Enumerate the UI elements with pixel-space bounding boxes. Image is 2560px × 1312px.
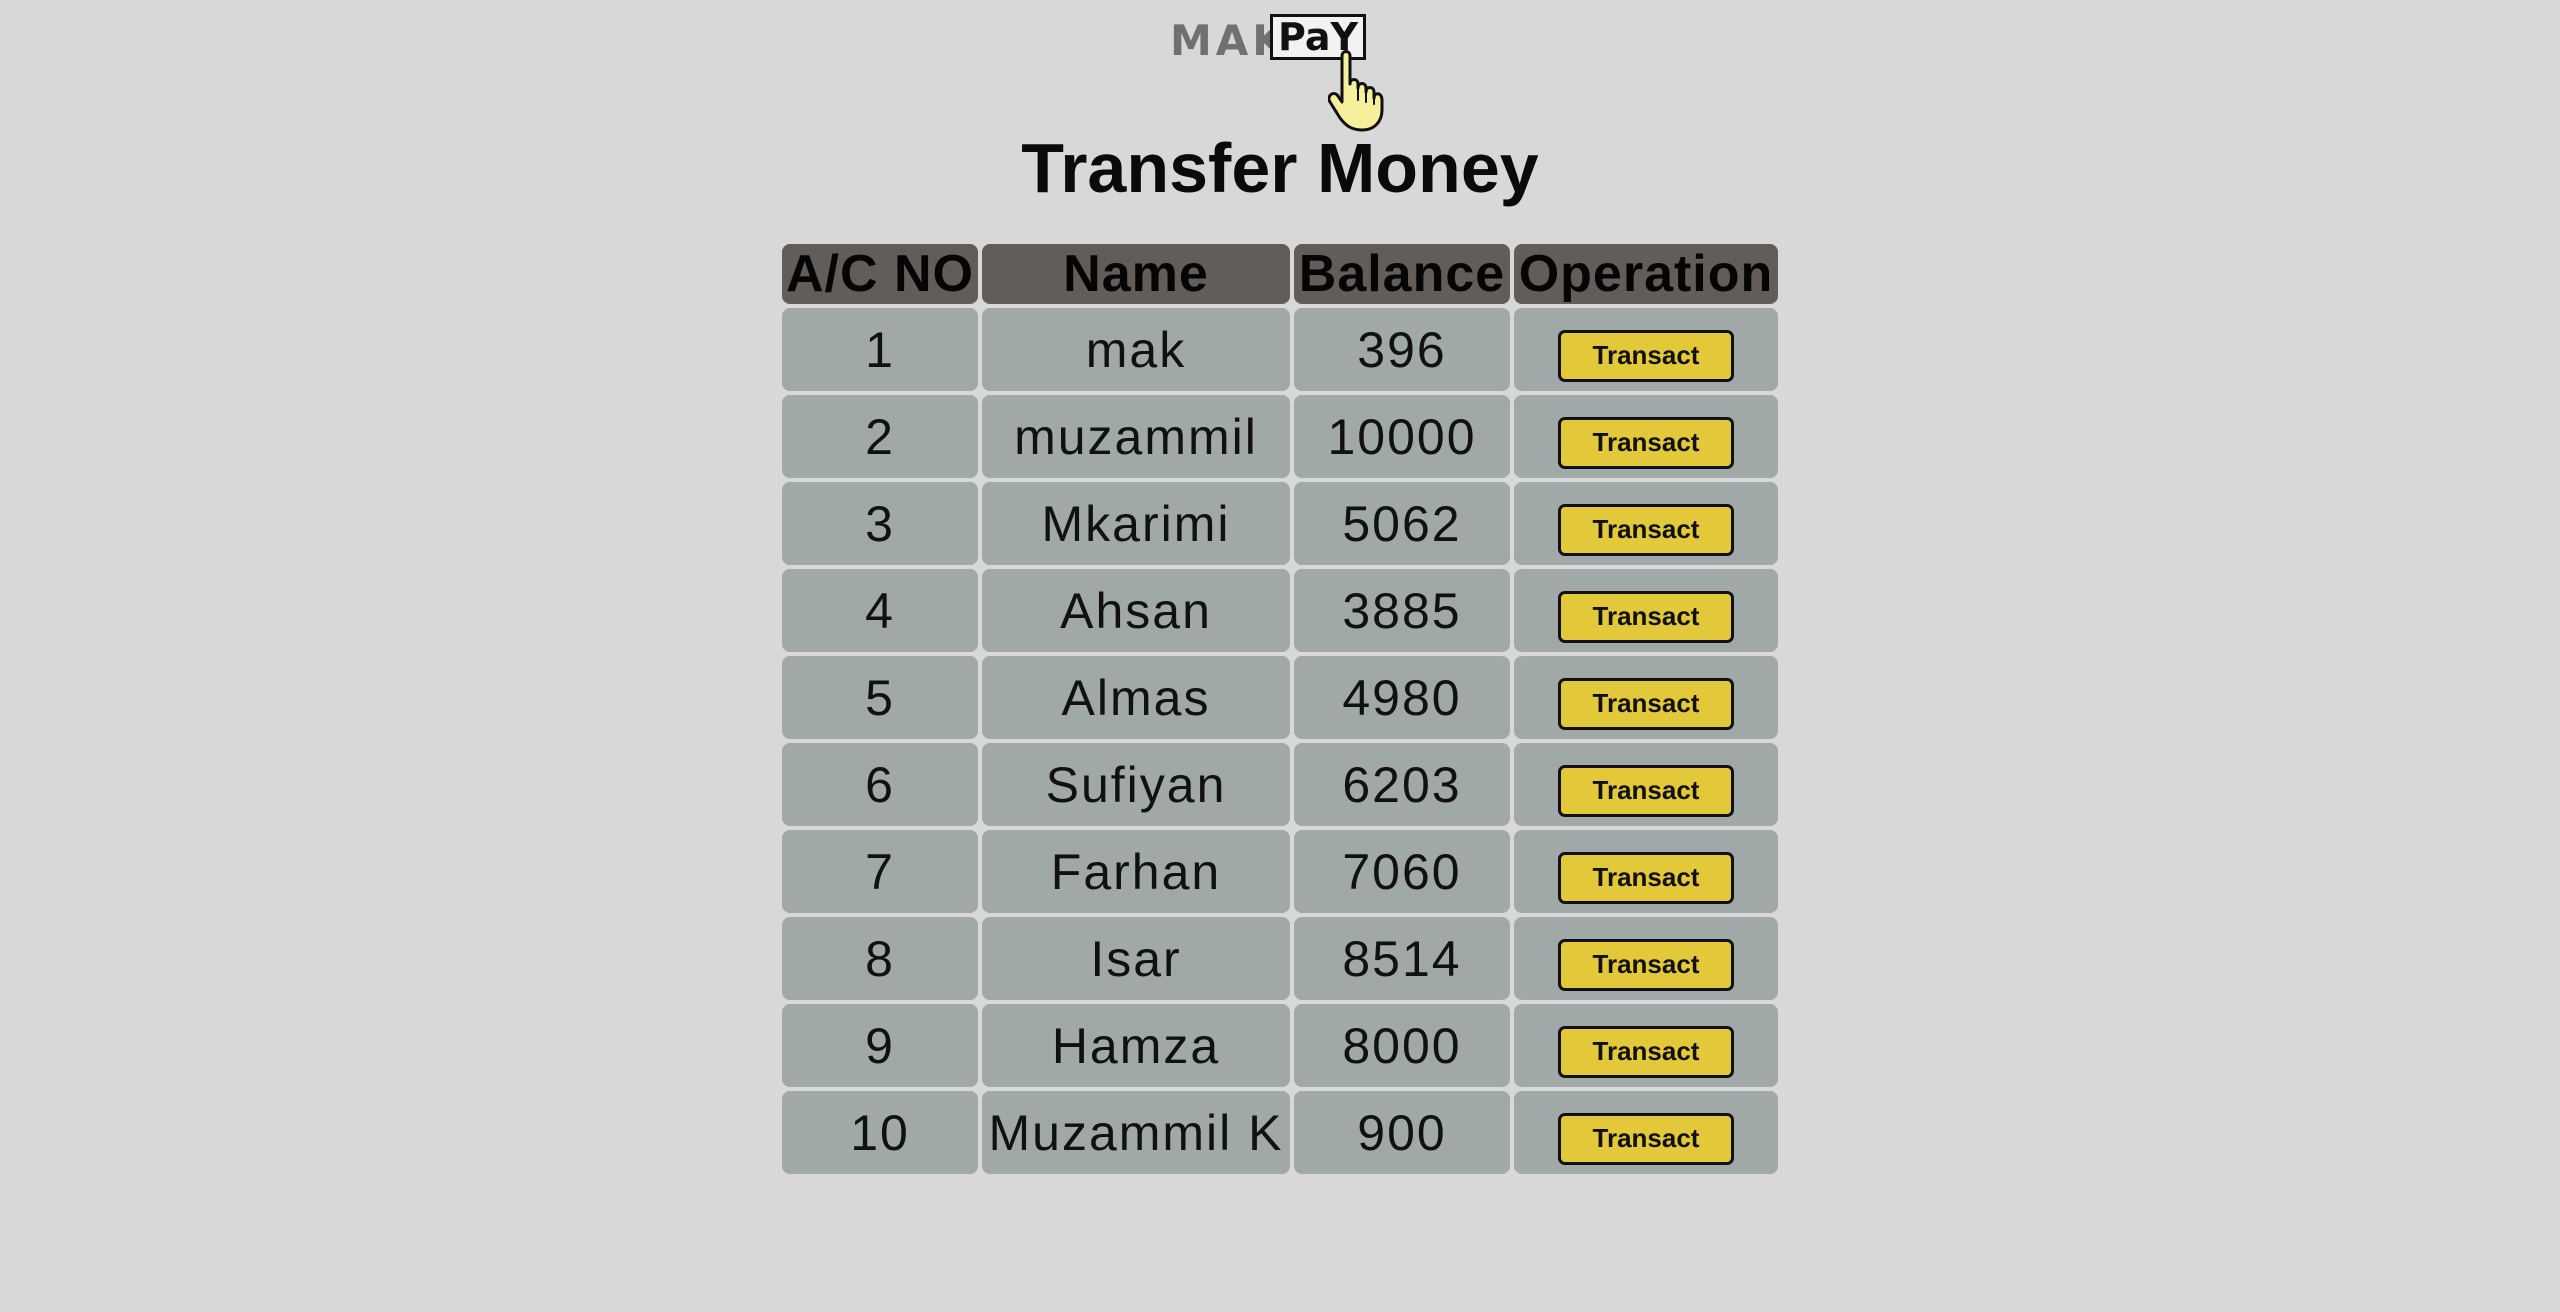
cell-acno: 1 (782, 308, 978, 391)
cell-name: Mkarimi (982, 482, 1290, 565)
cell-operation: Transact (1514, 482, 1778, 565)
cell-balance: 5062 (1294, 482, 1510, 565)
cell-balance: 6203 (1294, 743, 1510, 826)
transact-button[interactable]: Transact (1558, 329, 1734, 382)
pointing-hand-icon (1328, 50, 1384, 132)
cell-name: Isar (982, 917, 1290, 1000)
cell-name: Hamza (982, 1004, 1290, 1087)
cell-name: Muzammil K (982, 1091, 1290, 1174)
cell-balance: 900 (1294, 1091, 1510, 1174)
transact-button[interactable]: Transact (1558, 677, 1734, 730)
cell-operation: Transact (1514, 395, 1778, 478)
transact-button[interactable]: Transact (1558, 851, 1734, 904)
transact-button[interactable]: Transact (1558, 938, 1734, 991)
transact-button[interactable]: Transact (1558, 1112, 1734, 1165)
cell-operation: Transact (1514, 656, 1778, 739)
cell-acno: 9 (782, 1004, 978, 1087)
table-row: 2 muzammil 10000 Transact (782, 395, 1778, 478)
cell-operation: Transact (1514, 743, 1778, 826)
cell-name: Ahsan (982, 569, 1290, 652)
table-row: 5 Almas 4980 Transact (782, 656, 1778, 739)
cell-acno: 8 (782, 917, 978, 1000)
cell-acno: 7 (782, 830, 978, 913)
cell-acno: 2 (782, 395, 978, 478)
table-row: 3 Mkarimi 5062 Transact (782, 482, 1778, 565)
cell-name: Sufiyan (982, 743, 1290, 826)
cell-acno: 10 (782, 1091, 978, 1174)
cell-operation: Transact (1514, 1091, 1778, 1174)
cell-name: mak (982, 308, 1290, 391)
table-row: 9 Hamza 8000 Transact (782, 1004, 1778, 1087)
transact-button[interactable]: Transact (1558, 416, 1734, 469)
page-title: Transfer Money (1021, 129, 1539, 207)
table-row: 4 Ahsan 3885 Transact (782, 569, 1778, 652)
cell-operation: Transact (1514, 917, 1778, 1000)
header-operation: Operation (1514, 244, 1778, 304)
cell-balance: 8000 (1294, 1004, 1510, 1087)
cell-acno: 5 (782, 656, 978, 739)
header-name: Name (982, 244, 1290, 304)
cell-acno: 6 (782, 743, 978, 826)
transact-button[interactable]: Transact (1558, 1025, 1734, 1078)
cell-balance: 10000 (1294, 395, 1510, 478)
cell-operation: Transact (1514, 308, 1778, 391)
header-balance: Balance (1294, 244, 1510, 304)
cell-acno: 3 (782, 482, 978, 565)
cell-name: Almas (982, 656, 1290, 739)
cell-balance: 3885 (1294, 569, 1510, 652)
cell-name: muzammil (982, 395, 1290, 478)
cell-operation: Transact (1514, 1004, 1778, 1087)
accounts-table: A/C NO Name Balance Operation 1 mak 396 … (778, 240, 1782, 1178)
table-header-row: A/C NO Name Balance Operation (782, 244, 1778, 304)
cell-balance: 7060 (1294, 830, 1510, 913)
cell-operation: Transact (1514, 569, 1778, 652)
table-row: 7 Farhan 7060 Transact (782, 830, 1778, 913)
cell-balance: 8514 (1294, 917, 1510, 1000)
table-row: 10 Muzammil K 900 Transact (782, 1091, 1778, 1174)
transact-button[interactable]: Transact (1558, 590, 1734, 643)
cell-acno: 4 (782, 569, 978, 652)
transact-button[interactable]: Transact (1558, 764, 1734, 817)
cell-operation: Transact (1514, 830, 1778, 913)
makpay-logo: MAK PaY (1170, 14, 1390, 132)
header-acno: A/C NO (782, 244, 978, 304)
table-row: 8 Isar 8514 Transact (782, 917, 1778, 1000)
cell-name: Farhan (982, 830, 1290, 913)
table-row: 6 Sufiyan 6203 Transact (782, 743, 1778, 826)
transact-button[interactable]: Transact (1558, 503, 1734, 556)
cell-balance: 396 (1294, 308, 1510, 391)
cell-balance: 4980 (1294, 656, 1510, 739)
table-row: 1 mak 396 Transact (782, 308, 1778, 391)
